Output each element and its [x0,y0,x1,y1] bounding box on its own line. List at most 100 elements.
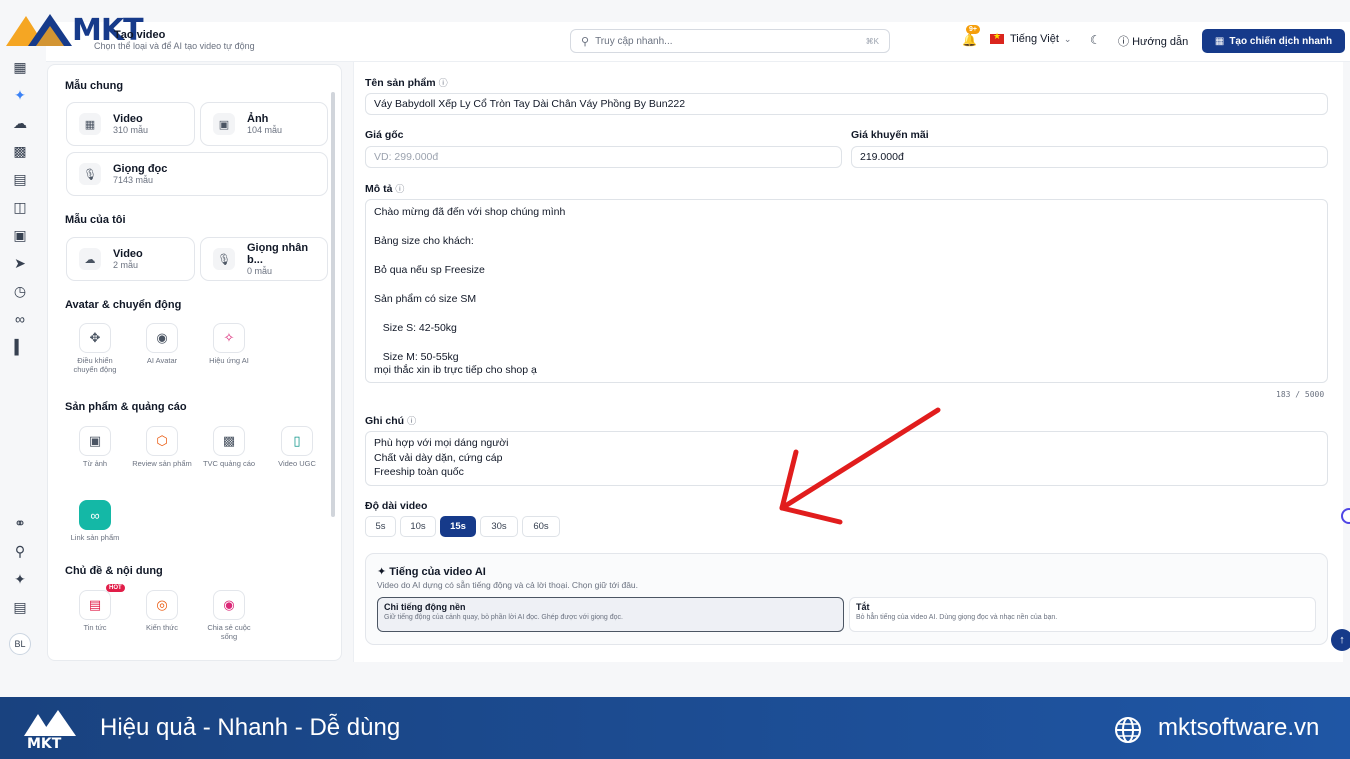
tool-knowledge[interactable]: ◎ Kiến thức [132,590,192,632]
newspaper-icon: ▤ [79,590,111,620]
dashboard-icon[interactable]: ▦ [12,59,28,76]
tool-label: Kiến thức [145,623,179,632]
card-title: Video [113,248,143,260]
notification-badge: 9+ [966,25,980,34]
app-window: MKT Tạo video Chọn thể loại và để AI tạo… [0,0,1350,697]
upload-cloud-icon[interactable]: ☁ [12,115,28,132]
tool-motion-control[interactable]: ✥ Điều khiển chuyển động [65,323,125,374]
sparkles-icon[interactable]: ✦ [12,87,28,104]
card-sub: 2 mẫu [113,260,139,270]
card-general-video[interactable]: ▦ Video 310 mẫu [66,102,195,146]
card-sub: 104 mẫu [247,125,283,135]
info-icon: ⓘ [438,78,448,88]
note-label: Ghi chú ⓘ [365,415,417,427]
tool-product-review[interactable]: ⬡ Review sản phẩm [132,426,192,468]
link-icon[interactable]: ∞ [12,311,28,327]
tool-label: Hiệu ứng AI [209,356,249,365]
description-label: Mô tả ⓘ [365,183,405,195]
theme-toggle-icon[interactable]: ☾ [1090,33,1101,47]
tool-label: Điều khiển chuyển động [73,356,117,374]
card-mine-cloned-voice[interactable]: 🎙 Giọng nhân b... 0 mẫu [200,237,328,281]
microphone-icon: 🎙 [213,248,235,270]
tool-ai-avatar[interactable]: ◉ AI Avatar [132,323,192,365]
bell-icon[interactable]: 🔔 [962,33,977,47]
card-title: Ảnh [247,113,269,125]
quick-search[interactable]: ⚲ Truy cập nhanh... ⌘K [570,29,890,53]
clapperboard-icon[interactable]: ▩ [12,143,28,160]
duration-label: Độ dài video [365,500,428,512]
desc-line [374,221,1319,236]
guide-link[interactable]: ⓘ Hướng dẫn [1118,33,1188,49]
description-textarea[interactable]: Chào mừng đã đến với shop chúng mình Bản… [365,199,1328,383]
chevron-down-icon: ⌄ [1063,33,1072,44]
chat-bubble-icon: ◉ [213,590,245,620]
link-icon: ∞ [79,500,111,530]
desc-line [374,250,1319,265]
scroll-top-button[interactable]: ↑ [1331,629,1350,651]
key-icon[interactable]: ⚲ [12,543,28,560]
box-icon: ⬡ [146,426,178,456]
section-product-title: Sản phẩm & quảng cáo [65,401,187,413]
card-general-voice[interactable]: 🎙 Giọng đọc 7143 mẫu [66,152,328,196]
image-icon: ▣ [213,113,235,135]
assistant-bubble[interactable] [1341,508,1350,524]
tool-ai-effect[interactable]: ✧ Hiệu ứng AI [199,323,259,365]
document-icon[interactable]: ▤ [12,599,28,616]
card-title: Giọng nhân b... [246,242,309,266]
card-sub: 310 mẫu [113,125,149,135]
duration-option-5s[interactable]: 5s [365,516,396,537]
price-label: Giá gốc [365,129,404,141]
tool-from-image[interactable]: ▣ Từ ảnh [65,426,125,468]
section-topic-title: Chủ đề & nội dung [65,565,163,577]
option-sub: Bỏ hẳn tiếng của video AI. Dùng giọng đọ… [856,614,1058,621]
book-icon[interactable]: ◫ [12,199,28,216]
sparkle-icon: ✧ [213,323,245,353]
sale-price-label: Giá khuyến mãi [851,129,929,141]
gallery-icon[interactable]: ▣ [12,227,28,244]
card-mine-video[interactable]: ☁ Video 2 mẫu [66,237,195,281]
search-icon: ⚲ [581,35,590,48]
sound-option-background-only[interactable]: Chỉ tiếng động nền Giữ tiếng động của cả… [377,597,844,632]
price-input[interactable]: VD: 299.000đ [365,146,842,168]
language-select[interactable]: Tiếng Việt ⌄ [990,31,1072,45]
panel-scrollbar[interactable] [331,92,335,517]
info-icon: ⓘ [395,184,405,194]
tool-label: TVC quảng cáo [202,459,256,468]
duration-option-15s[interactable]: 15s [440,516,476,537]
magic-wand-icon[interactable]: ✦ [12,571,28,588]
film-icon[interactable]: ▤ [12,171,28,188]
tool-news[interactable]: ▤ Tin tức [65,590,125,632]
section-general-title: Mẫu chung [65,80,124,92]
user-avatar[interactable]: BL [9,633,31,655]
info-icon: ⓘ [407,416,417,426]
tool-ugc-video[interactable]: ▯ Video UGC [267,426,327,468]
tool-product-link[interactable]: ∞ Link sản phẩm [65,500,125,542]
duration-option-10s[interactable]: 10s [400,516,436,537]
chain-link-icon[interactable]: ⚭ [12,515,28,532]
quick-campaign-label: Tạo chiến dịch nhanh [1229,35,1333,47]
footer-slogan: Hiệu quả - Nhanh - Dễ dùng [100,714,401,741]
clock-icon[interactable]: ◷ [12,283,28,300]
sound-option-off[interactable]: Tắt Bỏ hẳn tiếng của video AI. Dùng giọn… [849,597,1316,632]
globe-icon [1115,717,1141,743]
card-sub: 0 mẫu [246,266,272,276]
tool-life-share[interactable]: ◉ Chia sẻ cuộc sống [199,590,259,641]
tool-tvc-ad[interactable]: ▩ TVC quảng cáo [199,426,259,468]
bar-chart-icon[interactable]: ▍ [12,339,28,356]
phone-icon: ▯ [281,426,313,456]
send-icon[interactable]: ➤ [12,255,28,272]
globe-icon: ◎ [146,590,178,620]
hot-badge: HOT [106,584,125,592]
mkt-logo-mark [6,14,72,46]
card-general-image[interactable]: ▣ Ảnh 104 mẫu [200,102,328,146]
desc-line: Size S: 42-50kg [374,322,457,334]
product-name-input[interactable]: Váy Babydoll Xếp Ly Cổ Tròn Tay Dài Chân… [365,93,1328,115]
product-name-label: Tên sản phẩm ⓘ [365,77,448,89]
duration-option-30s[interactable]: 30s [480,516,518,537]
duration-option-60s[interactable]: 60s [522,516,560,537]
sale-price-input[interactable]: 219.000đ [851,146,1328,168]
desc-line: mọi thắc xin ib trực tiếp cho shop ạ [374,364,537,376]
page-title: Tạo video [114,29,166,41]
guide-label: Hướng dẫn [1132,36,1189,48]
quick-campaign-button[interactable]: ▦ Tạo chiến dịch nhanh [1202,29,1345,53]
